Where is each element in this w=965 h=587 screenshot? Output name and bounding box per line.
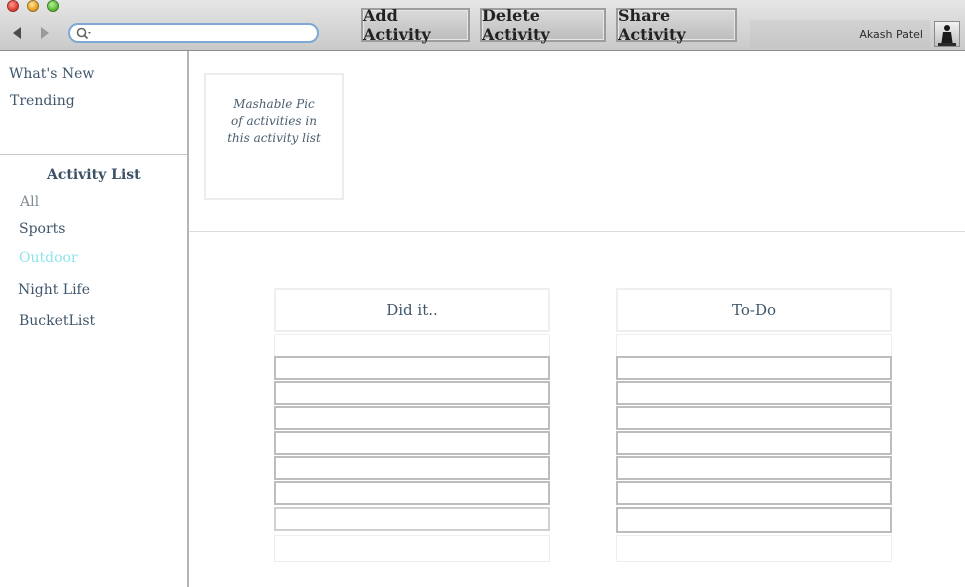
back-arrow-icon[interactable] (11, 26, 23, 40)
search-input[interactable] (94, 25, 309, 41)
list-row[interactable] (274, 334, 550, 358)
sidebar-divider (0, 154, 187, 155)
sidebar-item-all[interactable]: All (20, 194, 39, 210)
list-row[interactable] (274, 535, 550, 562)
search-icon (76, 26, 92, 45)
sidebar-link-whats-new[interactable]: What's New (9, 66, 94, 82)
activity-picture-placeholder[interactable]: Mashable Pic of activities in this activ… (204, 73, 344, 200)
list-row[interactable] (274, 456, 550, 480)
share-activity-button[interactable]: Share Activity (616, 6, 737, 44)
minimize-window-icon[interactable] (27, 0, 39, 12)
user-silhouette-icon (935, 22, 959, 46)
activity-list-title: Activity List (47, 167, 141, 183)
user-name: Akash Patel (859, 28, 923, 41)
delete-activity-button[interactable]: Delete Activity (480, 6, 606, 44)
did-it-header: Did it.. (274, 288, 550, 332)
sidebar-item-bucketlist[interactable]: BucketList (19, 313, 95, 329)
list-row[interactable] (274, 507, 550, 531)
to-do-header: To-Do (616, 288, 892, 332)
list-row[interactable] (616, 334, 892, 358)
search-field[interactable] (68, 23, 319, 43)
forward-arrow-icon[interactable] (39, 26, 51, 40)
list-row[interactable] (274, 381, 550, 405)
list-row[interactable] (616, 381, 892, 405)
list-row[interactable] (274, 431, 550, 455)
list-row[interactable] (616, 431, 892, 455)
picture-caption: Mashable Pic of activities in this activ… (227, 97, 321, 145)
list-row[interactable] (616, 481, 892, 505)
main-divider (189, 231, 965, 232)
sidebar-item-night-life[interactable]: Night Life (18, 282, 90, 298)
list-row[interactable] (274, 406, 550, 430)
sidebar-link-trending[interactable]: Trending (10, 93, 75, 109)
sidebar-item-sports[interactable]: Sports (19, 221, 65, 237)
list-row[interactable] (616, 356, 892, 380)
sidebar: What's New Trending Activity List All Sp… (0, 51, 189, 587)
list-row[interactable] (616, 507, 892, 533)
avatar[interactable] (934, 21, 960, 47)
add-activity-button[interactable]: Add Activity (361, 6, 470, 44)
list-row[interactable] (274, 481, 550, 505)
close-window-icon[interactable] (7, 0, 19, 12)
list-row[interactable] (616, 535, 892, 562)
list-row[interactable] (616, 406, 892, 430)
zoom-window-icon[interactable] (47, 0, 59, 12)
sidebar-item-outdoor[interactable]: Outdoor (19, 250, 78, 266)
list-row[interactable] (616, 456, 892, 480)
list-row[interactable] (274, 356, 550, 380)
toolbar: Add Activity Delete Activity Share Activ… (0, 0, 965, 51)
